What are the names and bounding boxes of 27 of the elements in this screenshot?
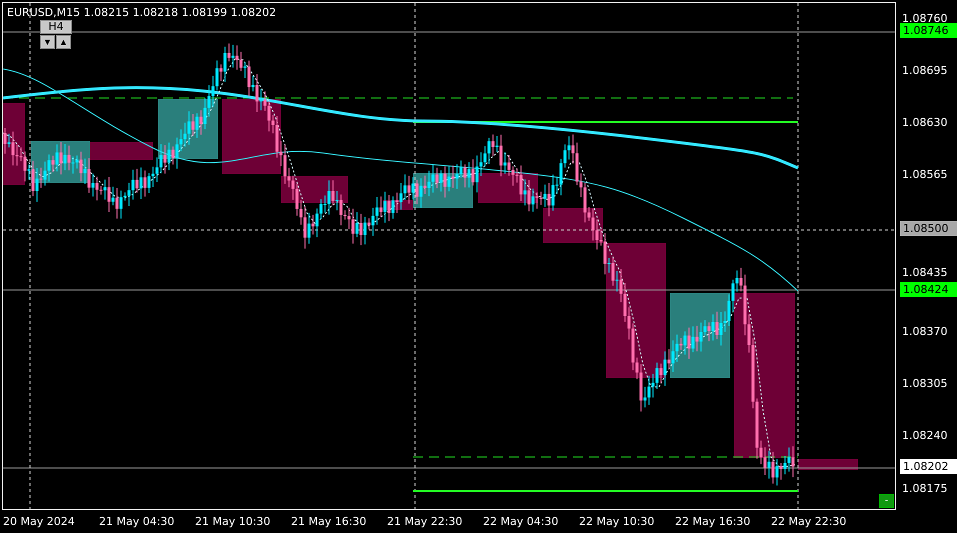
- time-label: 21 May 22:30: [387, 515, 464, 528]
- scroll-down-button[interactable]: ▼: [40, 35, 55, 49]
- price-tick-label: 1.08240: [902, 428, 948, 443]
- time-label: 21 May 10:30: [195, 515, 272, 528]
- time-label: 21 May 04:30: [99, 515, 176, 528]
- price-tick-label: 1.08760: [902, 11, 948, 26]
- timeframe-button[interactable]: H4: [40, 20, 72, 34]
- chart-title: EURUSD,M15 1.08215 1.08218 1.08199 1.08202: [7, 6, 276, 19]
- current-price-tag: 1.08202: [900, 459, 957, 474]
- minimize-button[interactable]: -: [879, 494, 894, 508]
- time-label: 22 May 16:30: [675, 515, 752, 528]
- time-label: 22 May 10:30: [579, 515, 656, 528]
- price-tick-label: 1.08695: [902, 63, 948, 78]
- price-tick-label: 1.08175: [902, 481, 948, 496]
- price-line-tag: 1.08424: [900, 282, 957, 297]
- time-label: 22 May 22:30: [771, 515, 848, 528]
- price-tick-label: 1.08305: [902, 376, 948, 391]
- price-line-tag: 1.08746: [900, 23, 957, 38]
- scroll-up-button[interactable]: ▲: [56, 35, 71, 49]
- price-tick-label: 1.08565: [902, 167, 948, 182]
- price-tick-label: 1.08630: [902, 115, 948, 130]
- price-tick-label: 1.08435: [902, 265, 948, 280]
- time-label: 22 May 04:30: [483, 515, 560, 528]
- grid-level-tag: 1.08500: [900, 221, 957, 236]
- time-label: 21 May 16:30: [291, 515, 368, 528]
- time-label: 20 May 2024: [3, 515, 76, 528]
- price-tick-label: 1.08370: [902, 324, 948, 339]
